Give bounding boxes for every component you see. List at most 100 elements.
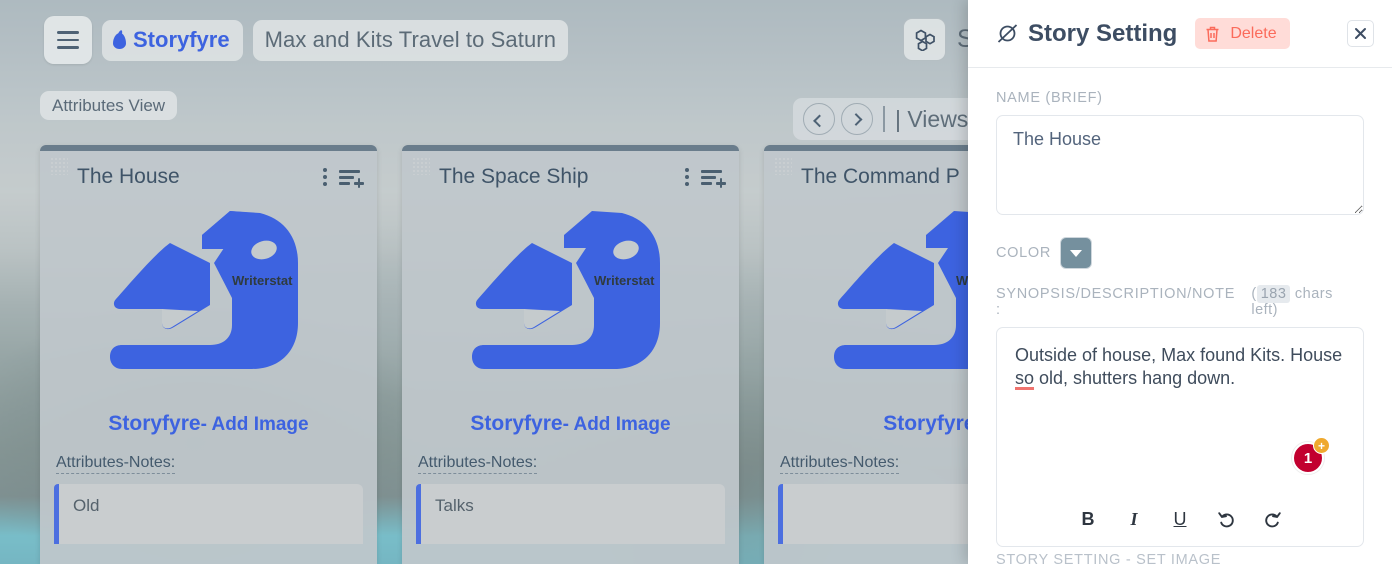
kebab-dot <box>685 182 689 186</box>
brand-logo[interactable]: Storyfyre <box>102 20 243 61</box>
logo-action: - Add Image <box>201 414 309 435</box>
note-text: Old <box>73 496 99 515</box>
synopsis-segment-2: old, shutters hang down. <box>1034 368 1235 388</box>
card-title: The House <box>77 165 180 189</box>
chevron-right-icon[interactable] <box>841 103 873 135</box>
flame-icon <box>113 31 126 49</box>
chevron-left-icon[interactable] <box>803 103 835 135</box>
synopsis-editor[interactable]: Outside of house, Max found Kits. House … <box>996 327 1364 547</box>
plus-vertical <box>358 178 361 188</box>
close-icon[interactable] <box>1347 20 1374 47</box>
list-line <box>339 176 354 179</box>
logo-brand: Storyfyre <box>470 412 562 435</box>
list-line <box>701 176 716 179</box>
list-add-icon[interactable] <box>701 168 725 186</box>
list-line <box>339 170 360 173</box>
hamburger-menu-icon[interactable] <box>44 16 92 64</box>
drag-handle-icon[interactable] <box>774 157 792 175</box>
card-image-placeholder[interactable]: Writerstat Storyfyre- Add Image <box>40 203 377 440</box>
story-setting-panel: Story Setting Delete NAME (brief) COLOR <box>968 0 1392 564</box>
brand-label: Storyfyre <box>133 27 230 53</box>
bold-button[interactable]: B <box>1073 506 1103 532</box>
attributes-view-label: Attributes View <box>52 96 165 116</box>
synopsis-segment-1: Outside of house, Max found Kits. House <box>1015 345 1342 365</box>
story-title[interactable]: Max and Kits Travel to Saturn <box>253 20 568 61</box>
attributes-notes-label: Attributes-Notes: <box>56 454 175 474</box>
underline-button[interactable]: U <box>1165 506 1195 532</box>
dragon-logo-glyph: Writerstat <box>84 205 334 410</box>
card-header: The House <box>40 151 377 203</box>
color-dropdown-button[interactable] <box>1060 237 1092 269</box>
attributes-notes-label: Attributes-Notes: <box>418 454 537 474</box>
attributes-notes-label: Attributes-Notes: <box>780 454 899 474</box>
card-title: The Command P <box>801 165 960 189</box>
kebab-menu-icon[interactable] <box>685 168 689 186</box>
list-line <box>701 170 722 173</box>
kebab-dot <box>685 175 689 179</box>
trash-icon <box>1204 25 1221 43</box>
saturn-icon <box>996 22 1019 45</box>
hamburger-line <box>57 39 79 42</box>
chars-left-group: (183 chars left) <box>1251 286 1364 318</box>
attributes-view-chip[interactable]: Attributes View <box>40 91 177 120</box>
panel-header: Story Setting Delete <box>968 0 1392 68</box>
note-box[interactable]: Talks <box>416 484 725 544</box>
note-text: Talks <box>435 496 474 515</box>
panel-title-label: Story Setting <box>1028 20 1177 48</box>
card-title: The Space Ship <box>439 165 588 189</box>
chevron-down-icon <box>1070 250 1082 257</box>
panel-footer-label: STORY SETTING - SET IMAGE <box>996 552 1221 564</box>
badge-plus-icon: + <box>1313 437 1330 454</box>
dragon-logo-glyph: Writerstat <box>446 205 696 410</box>
chevron-right-glyph <box>849 113 862 126</box>
misspelled-word[interactable]: so <box>1015 368 1034 388</box>
status-badge[interactable]: 1 + <box>1292 439 1327 474</box>
color-field-label: COLOR <box>996 245 1051 261</box>
storyfyre-dragon-logo-icon: Writerstat <box>446 205 696 410</box>
setting-card[interactable]: The House <box>40 145 377 564</box>
drag-handle-icon[interactable] <box>412 157 430 175</box>
note-box[interactable]: Old <box>54 484 363 544</box>
logo-action: - Add Image <box>563 414 671 435</box>
kebab-dot <box>685 168 689 172</box>
story-title-label: Max and Kits Travel to Saturn <box>265 27 556 53</box>
logo-brand: Storyfyre <box>883 412 975 435</box>
synopsis-text[interactable]: Outside of house, Max found Kits. House … <box>997 328 1363 390</box>
list-line <box>339 182 350 185</box>
redo-glyph <box>1263 510 1282 529</box>
name-field-label: NAME (brief) <box>996 90 1364 106</box>
svg-text:Writerstat: Writerstat <box>594 273 655 288</box>
logo-caption: Storyfyre- Add Image <box>108 412 308 436</box>
hexagon-cluster-glyph <box>913 29 937 51</box>
hexagon-cluster-icon[interactable] <box>903 18 946 61</box>
redo-icon[interactable] <box>1257 506 1287 532</box>
list-add-icon[interactable] <box>339 168 363 186</box>
italic-button[interactable]: I <box>1119 506 1149 532</box>
chars-left-count: 183 <box>1257 285 1291 303</box>
storyfyre-dragon-logo-icon: Writerstat <box>84 205 334 410</box>
search-group: S <box>903 18 974 61</box>
logo-caption: Storyfyre- Add Image <box>470 412 670 436</box>
drag-handle-icon[interactable] <box>50 157 68 175</box>
divider <box>883 106 885 132</box>
name-input[interactable] <box>996 115 1364 215</box>
format-toolbar: B I U <box>997 506 1363 532</box>
card-image-placeholder[interactable]: Writerstat Storyfyre- Add Image <box>402 203 739 440</box>
kebab-menu-icon[interactable] <box>323 168 327 186</box>
list-line <box>701 182 712 185</box>
hamburger-line <box>57 31 79 34</box>
undo-icon[interactable] <box>1211 506 1241 532</box>
svg-text:Writerstat: Writerstat <box>232 273 293 288</box>
delete-button[interactable]: Delete <box>1195 18 1289 49</box>
hamburger-line <box>57 46 79 49</box>
color-row: COLOR <box>996 237 1364 269</box>
plus-vertical <box>720 178 723 188</box>
chars-paren-open: ( <box>1251 286 1256 302</box>
delete-label: Delete <box>1230 25 1276 43</box>
logo-caption: Storyfyre- <box>883 412 982 436</box>
close-glyph <box>1354 27 1367 40</box>
setting-card[interactable]: The Space Ship <box>402 145 739 564</box>
undo-glyph <box>1217 510 1236 529</box>
panel-body: NAME (brief) COLOR SYNOPSIS/DESCRIPTION/… <box>968 68 1392 564</box>
panel-title: Story Setting <box>996 20 1177 48</box>
